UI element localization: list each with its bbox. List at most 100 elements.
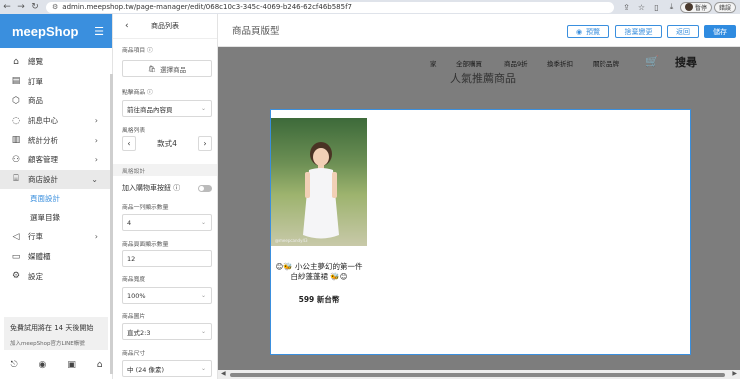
image-label: 商品圖片 — [122, 314, 146, 320]
chevron-right-icon: › — [94, 155, 98, 165]
site-info-icon[interactable]: ⚙ — [52, 3, 58, 11]
add-to-cart-label: 加入購物車按鈕 ⓘ — [122, 184, 181, 192]
update-chip[interactable]: 錯誤 — [714, 1, 737, 13]
per-page-value: 12 — [127, 254, 136, 263]
add-to-cart-toggle[interactable] — [198, 184, 212, 192]
back-label: 返回 — [676, 27, 690, 36]
width-select[interactable]: 100% ⌄ — [122, 287, 212, 304]
chat-icon: ◌ — [12, 115, 20, 126]
scrollbar-thumb[interactable] — [230, 373, 725, 377]
save-button[interactable]: 儲存 — [704, 25, 736, 38]
trial-text: 免費試用將在 14 天後開始 — [10, 324, 94, 332]
chevron-down-icon: ⌄ — [200, 328, 206, 335]
click-product-value: 前往商品內容頁 — [127, 105, 173, 114]
sidebar-item-label: 設定 — [28, 271, 43, 281]
share-icon[interactable]: ⇪ — [620, 3, 633, 12]
width-value: 100% — [127, 291, 146, 300]
sidebar-bottom-icons: ⎋ ◉ ▣ ⌂ — [0, 360, 113, 370]
style-prev-button[interactable]: ‹ — [122, 135, 136, 151]
cart-icon[interactable]: 🛒 — [645, 55, 659, 68]
sidebar-item-marketing[interactable]: ◁ 行車 › — [0, 227, 112, 247]
brand-logo[interactable]: meepShop — [12, 24, 78, 39]
cart-icon: 🛍 — [147, 64, 157, 73]
style-value: 款式4 — [157, 138, 177, 148]
sidebar-item-orders[interactable]: ▤ 訂單 — [0, 72, 112, 92]
nav-link-discount[interactable]: 商品9折 — [504, 58, 528, 68]
size-select[interactable]: 中 (24 像素) ⌄ — [122, 360, 212, 377]
product-image[interactable]: @meepcandy43 — [271, 118, 367, 246]
forward-arrow-icon[interactable]: → — [14, 2, 28, 12]
image-select[interactable]: 直式2:3 ⌄ — [122, 323, 212, 340]
scroll-right-icon[interactable]: ▶ — [732, 370, 737, 377]
sidebar-item-store-design[interactable]: ⌸ 商店設計 ⌄ — [0, 169, 112, 190]
logout-icon[interactable]: ⎋ — [10, 360, 17, 370]
profile-chip[interactable]: 暫停 — [680, 1, 713, 13]
select-product-button[interactable]: 🛍 選擇商品 — [122, 60, 212, 77]
update-label: 錯誤 — [719, 4, 732, 12]
avatar — [685, 3, 693, 11]
site-search[interactable]: 搜尋 — [675, 54, 697, 70]
preview-label: 預覽 — [586, 27, 601, 36]
nav-link-season[interactable]: 換季折扣 — [547, 58, 573, 68]
sidebar-item-settings[interactable]: ⚙ 設定 — [0, 266, 112, 286]
logo-bar: meepShop ☰ — [0, 14, 112, 48]
chevron-down-icon: ⌄ — [91, 174, 98, 184]
per-row-value: 4 — [127, 218, 132, 227]
size-value: 中 (24 像素) — [127, 365, 164, 374]
style-stepper: ‹ 款式4 › — [122, 134, 212, 152]
sidebar-item-products[interactable]: ⬡ 商品 — [0, 91, 112, 111]
account-icon[interactable]: ◉ — [39, 360, 47, 370]
chevron-down-icon: ⌄ — [200, 219, 206, 226]
child-photo — [303, 142, 339, 239]
click-product-select[interactable]: 前往商品內容頁 ⌄ — [122, 100, 212, 117]
scroll-left-icon[interactable]: ◀ — [221, 370, 226, 377]
store-icon: ⌸ — [13, 174, 19, 185]
sidebar-menu: ⌂ 總覽 ▤ 訂單 ⬡ 商品 ◌ 訊息中心 › ▥ 統計分析 › ⚇ 顧客管理 › ⌸ 商店設計 ⌄ … — [0, 48, 112, 286]
chevron-left-icon[interactable]: ‹ — [125, 21, 129, 31]
menu-toggle-icon[interactable]: ☰ — [94, 25, 104, 38]
extensions-icon[interactable]: ▯ — [650, 3, 663, 12]
product-items-label: 商品項目 ⓘ — [122, 48, 153, 54]
page-preview-canvas[interactable]: 家 全部購買 商品9折 換季折扣 關於品牌 🛒 搜尋 人氣推薦商品 @meepc… — [218, 47, 740, 370]
per-row-select[interactable]: 4 ⌄ — [122, 214, 212, 231]
back-arrow-icon[interactable]: ← — [0, 2, 14, 12]
trial-banner[interactable]: 免費試用將在 14 天後開始 加入meepShop官方LINE帳號 — [4, 317, 108, 350]
product-list-block[interactable]: @meepcandy43 😊🐝 小公主夢幻的第一件 白紗蓬蓬裙 🐝😊 599 新… — [270, 109, 691, 355]
style-next-button[interactable]: › — [198, 135, 212, 151]
sidebar-item-label: 行車 — [28, 232, 43, 242]
nav-link-home[interactable]: 家 — [430, 58, 437, 68]
sidebar-item-analytics[interactable]: ▥ 統計分析 › — [0, 130, 112, 150]
sidebar-subitem-menu-directory[interactable]: 選單目錄 — [0, 208, 112, 227]
chevron-down-icon: ⌄ — [200, 292, 206, 299]
discard-button[interactable]: 捨棄變更 — [615, 25, 662, 38]
sidebar-item-messages[interactable]: ◌ 訊息中心 › — [0, 111, 112, 131]
horizontal-scrollbar[interactable]: ◀ ▶ — [218, 370, 740, 379]
reload-icon[interactable]: ↻ — [28, 2, 42, 12]
product-name-line2: 白紗蓬蓬裙 🐝😊 — [290, 272, 348, 281]
store-front-icon[interactable]: ⌂ — [97, 360, 103, 370]
per-page-input[interactable]: 12 — [122, 250, 212, 267]
sidebar-item-label: 顧客管理 — [28, 155, 58, 165]
sidebar-subitem-page-design[interactable]: 頁面設計 — [0, 189, 112, 208]
sidebar-item-customers[interactable]: ⚇ 顧客管理 › — [0, 150, 112, 170]
users-icon: ⚇ — [11, 154, 21, 165]
image-value: 直式2:3 — [127, 328, 151, 337]
back-button[interactable]: 返回 — [667, 25, 699, 38]
url-text: admin.meepshop.tw/page-manager/edit/068c… — [62, 3, 353, 11]
sidebar-item-overview[interactable]: ⌂ 總覽 — [0, 52, 112, 72]
width-label: 商品寬度 — [122, 277, 146, 283]
star-icon[interactable]: ☆ — [635, 3, 648, 12]
sidebar-item-media[interactable]: ▭ 媒體櫃 — [0, 247, 112, 267]
address-bar[interactable]: ⚙ admin.meepshop.tw/page-manager/edit/06… — [46, 1, 614, 13]
nav-link-all[interactable]: 全部購買 — [456, 58, 482, 68]
product-name[interactable]: 😊🐝 小公主夢幻的第一件 白紗蓬蓬裙 🐝😊 — [271, 262, 367, 282]
chevron-down-icon: ⌄ — [200, 105, 206, 112]
docs-icon[interactable]: ▣ — [67, 360, 76, 370]
browser-toolbar: ← → ↻ ⚙ admin.meepshop.tw/page-manager/e… — [0, 0, 740, 14]
download-icon[interactable]: ⤓ — [665, 2, 678, 12]
per-page-label: 商品頁面顯示數量 — [122, 242, 169, 248]
panel-header: ‹ 商品列表 — [113, 14, 217, 39]
chevron-right-icon: › — [94, 116, 98, 126]
preview-button[interactable]: ◉ 預覽 — [567, 25, 609, 38]
nav-link-about[interactable]: 關於品牌 — [593, 58, 619, 68]
